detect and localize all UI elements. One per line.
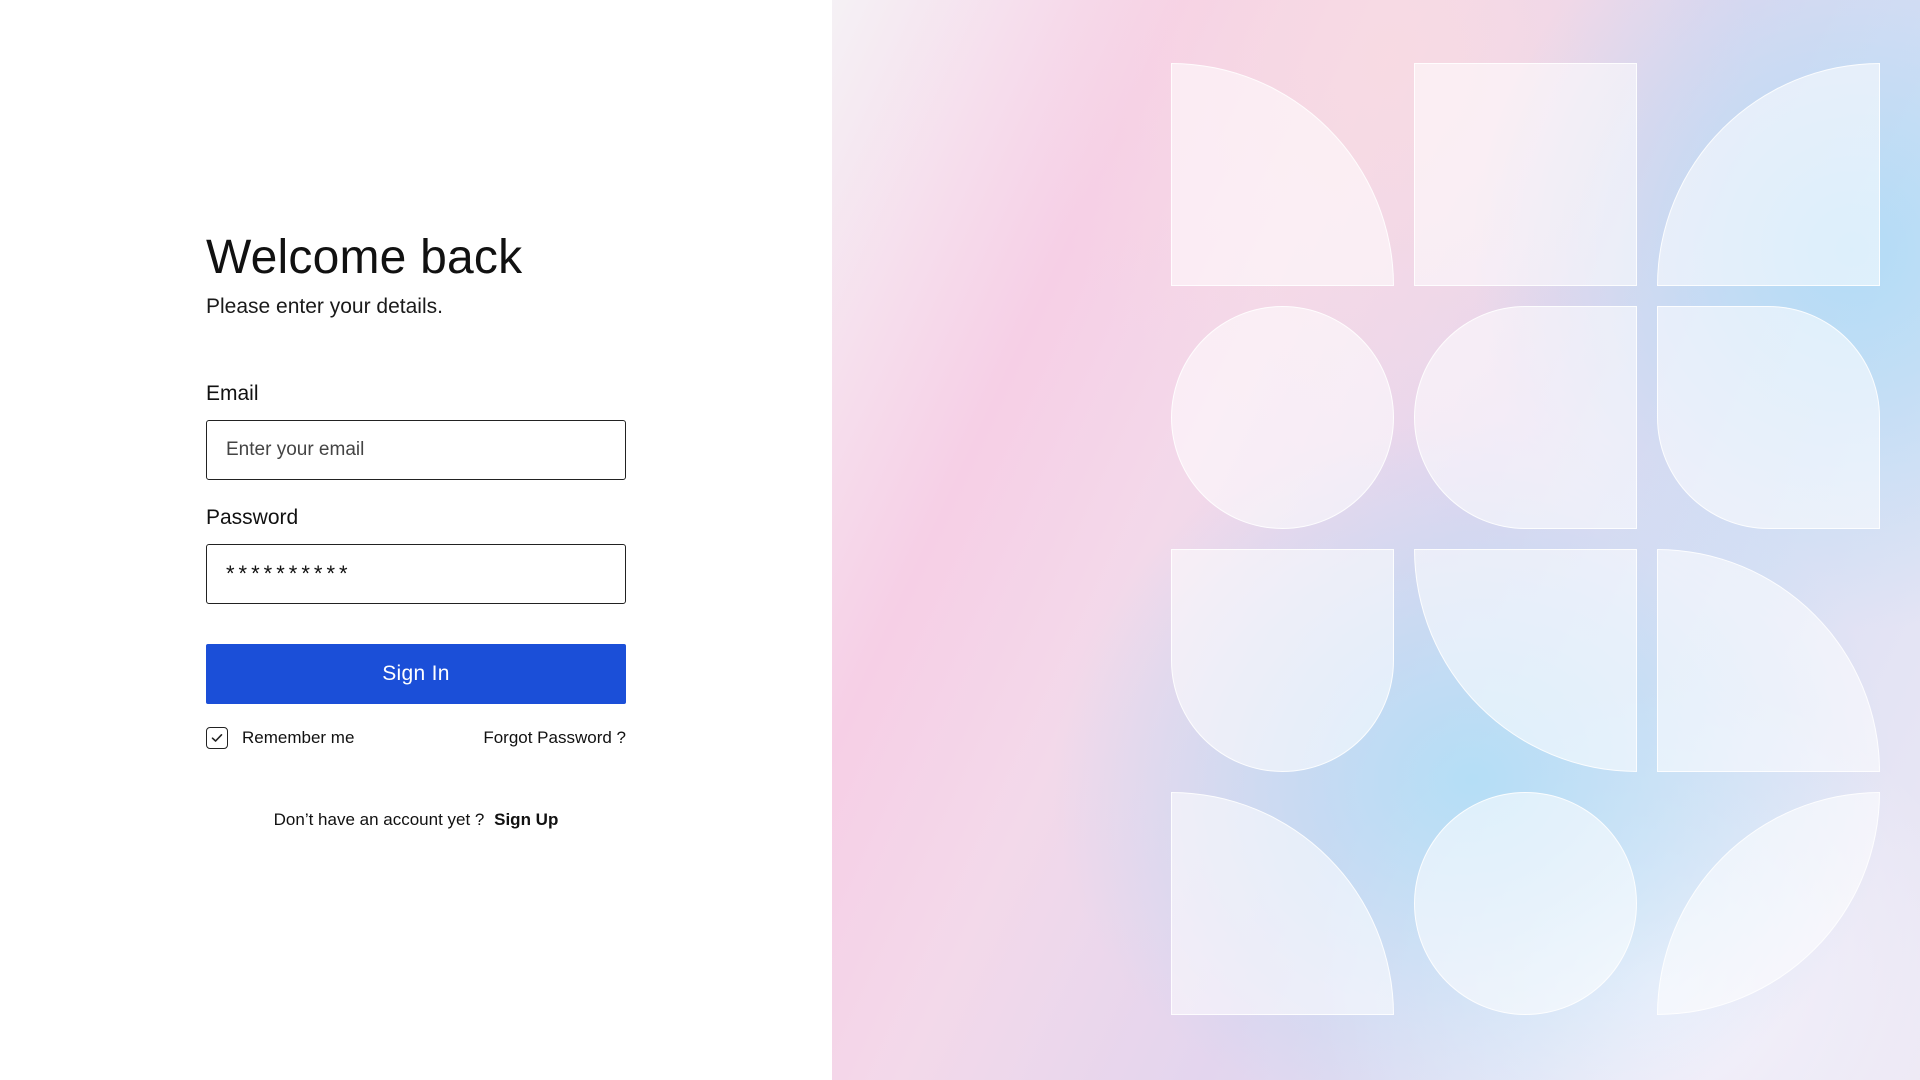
decorative-panel bbox=[832, 0, 1920, 1080]
login-page: Welcome back Please enter your details. … bbox=[0, 0, 1920, 1080]
remember-me-checkbox[interactable]: Remember me bbox=[206, 726, 355, 749]
login-panel: Welcome back Please enter your details. … bbox=[0, 0, 832, 1080]
decorative-half-rounded-shape bbox=[1171, 549, 1394, 772]
decorative-quarter-circle-shape bbox=[1414, 549, 1637, 772]
password-label: Password bbox=[206, 505, 299, 529]
decorative-quarter-circle-shape bbox=[1171, 792, 1394, 1015]
remember-me-label: Remember me bbox=[242, 727, 355, 747]
decorative-quarter-circle-shape bbox=[1657, 549, 1880, 772]
page-subtitle: Please enter your details. bbox=[206, 294, 443, 318]
login-form: Welcome back Please enter your details. … bbox=[206, 231, 626, 830]
decorative-leaf-shape bbox=[1657, 306, 1880, 529]
decorative-quarter-circle-shape bbox=[1657, 792, 1880, 1015]
decorative-quarter-circle-shape bbox=[1171, 63, 1394, 286]
checkbox-checked-icon[interactable] bbox=[206, 726, 228, 749]
password-field[interactable] bbox=[206, 543, 626, 604]
page-title: Welcome back bbox=[206, 231, 523, 284]
decorative-half-rounded-shape bbox=[1414, 306, 1637, 529]
sign-up-link[interactable]: Sign Up bbox=[494, 810, 558, 829]
decorative-square-shape bbox=[1414, 63, 1637, 286]
email-label: Email bbox=[206, 381, 259, 405]
signup-prompt-text: Don’t have an account yet ? bbox=[273, 809, 485, 829]
decorative-circle-shape bbox=[1171, 306, 1394, 529]
email-field[interactable] bbox=[206, 419, 626, 480]
form-options-row: Remember me Forgot Password ? bbox=[206, 726, 626, 750]
sign-in-button[interactable]: Sign In bbox=[206, 643, 626, 704]
signup-prompt: Don’t have an account yet ? Sign Up bbox=[206, 810, 626, 830]
decorative-quarter-circle-shape bbox=[1657, 63, 1880, 286]
decorative-circle-shape bbox=[1414, 792, 1637, 1015]
forgot-password-link[interactable]: Forgot Password ? bbox=[483, 728, 626, 748]
